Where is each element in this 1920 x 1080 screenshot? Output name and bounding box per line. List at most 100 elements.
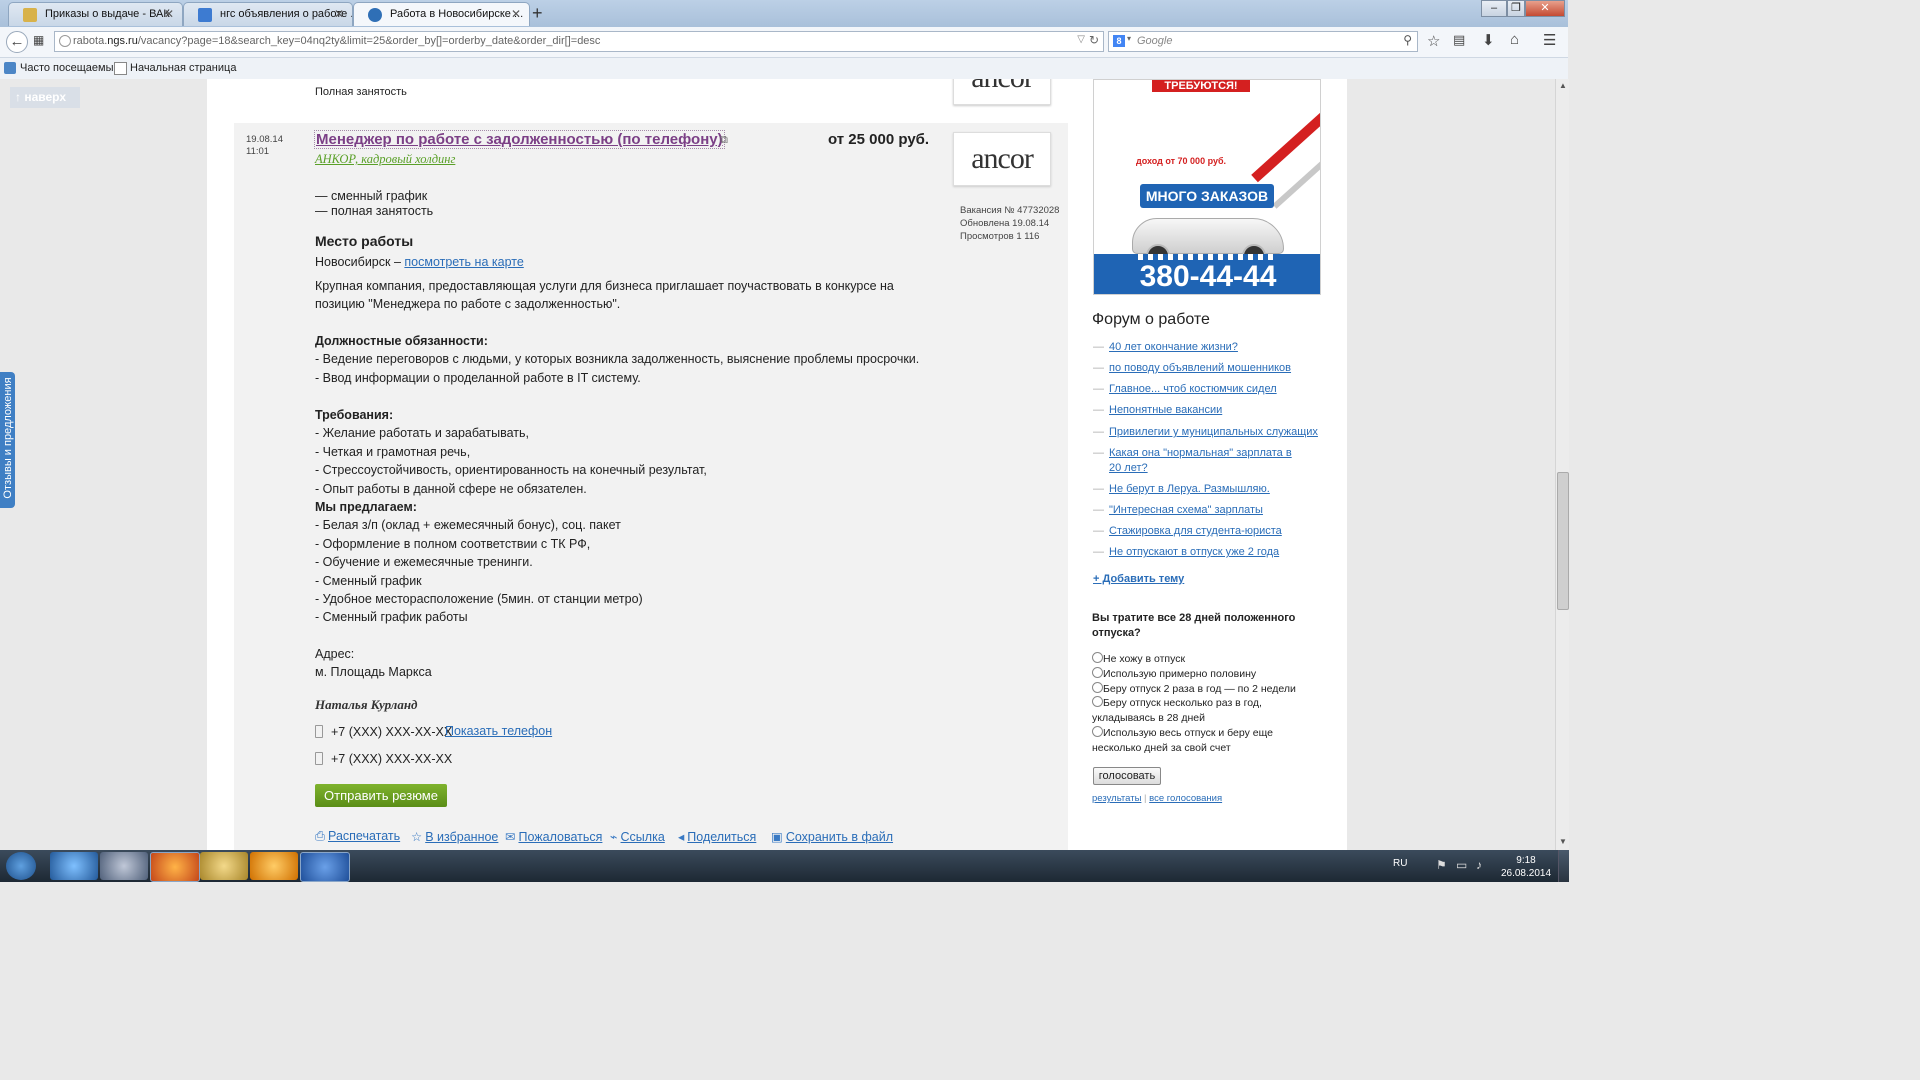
network-icon[interactable]: ⚑: [1436, 858, 1447, 872]
city: Новосибирск –: [315, 255, 405, 269]
list-dash: —: [1093, 447, 1104, 459]
banner-top-text: ТРЕБУЮТСЯ!: [1152, 80, 1250, 92]
new-tab-button[interactable]: +: [532, 3, 543, 24]
file-explorer-icon[interactable]: [200, 852, 248, 880]
volume-icon[interactable]: ♪: [1476, 858, 1482, 872]
action-label: Распечатать: [328, 829, 401, 843]
address-section: Адрес: м. Площадь Маркса: [315, 645, 432, 682]
banner-orders: МНОГО ЗАКАЗОВ: [1140, 184, 1274, 208]
save-file-action[interactable]: ▣ Сохранить в файл: [771, 829, 893, 844]
vacancy-title-link[interactable]: Менеджер по работе с задолженностью (по …: [314, 130, 725, 149]
word-icon[interactable]: [300, 852, 350, 882]
all-polls-link[interactable]: все голосования: [1149, 793, 1222, 804]
bookmark-folder-icon: [4, 62, 16, 74]
forum-topic-link[interactable]: Привилегии у муниципальных служащих: [1109, 425, 1321, 440]
close-icon[interactable]: ✕: [334, 7, 344, 21]
close-icon[interactable]: ✕: [511, 7, 521, 21]
list-dash: —: [1093, 341, 1104, 353]
speech-bubble-icon: ✉: [505, 830, 516, 844]
action-center-icon[interactable]: ▭: [1456, 858, 1467, 872]
close-window-button[interactable]: ✕: [1525, 0, 1565, 17]
show-desktop-button[interactable]: [1558, 850, 1569, 882]
external-window-icon[interactable]: ⧉: [720, 134, 728, 147]
radio-button[interactable]: [1092, 696, 1103, 707]
poll-option[interactable]: Не хожу в отпуск: [1092, 652, 1322, 667]
forum-topic-link[interactable]: Не берут в Леруа. Размышляю.: [1109, 482, 1321, 497]
radio-button[interactable]: [1092, 726, 1103, 737]
forum-topic-link[interactable]: Не отпускают в отпуск уже 2 года: [1109, 545, 1321, 560]
url-bar[interactable]: rabota.ngs.ru/vacancy?page=18&search_key…: [54, 31, 1104, 52]
send-resume-button[interactable]: Отправить резюме: [315, 784, 447, 807]
vote-button[interactable]: голосовать: [1093, 767, 1161, 785]
taxi-ad-banner[interactable]: ТРЕБУЮТСЯ! доход от 70 000 руб. МНОГО ЗА…: [1093, 79, 1321, 295]
maximize-button[interactable]: ❐: [1507, 0, 1525, 17]
dropdown-arrow-icon[interactable]: ▽: [1077, 34, 1085, 45]
link-action[interactable]: ⌁ Ссылка: [610, 829, 665, 844]
back-to-top-button[interactable]: ↑ наверх: [10, 87, 80, 108]
company-logo[interactable]: ancor: [953, 132, 1051, 186]
radio-button[interactable]: [1092, 652, 1103, 663]
reload-icon[interactable]: ↻: [1089, 33, 1099, 47]
forum-topic-link[interactable]: по поводу объявлений мошенников: [1109, 361, 1321, 376]
logo-text: ancor: [971, 79, 1034, 94]
print-action[interactable]: ⎙ Распечатать: [315, 829, 400, 844]
home-icon[interactable]: ⌂: [1510, 31, 1519, 48]
scrollbar-thumb[interactable]: [1557, 472, 1569, 610]
page-menu-icon[interactable]: ▦: [33, 33, 44, 47]
close-icon[interactable]: ✕: [164, 7, 174, 21]
prev-company-logo[interactable]: ancor: [953, 79, 1051, 105]
bookmarks-list-icon[interactable]: ▤: [1453, 32, 1465, 48]
offer-item: - Оформление в полном соответствии с ТК …: [315, 536, 591, 551]
poll-option[interactable]: Беру отпуск 2 раза в год — по 2 недели: [1092, 682, 1322, 697]
results-link[interactable]: результаты: [1092, 793, 1141, 804]
requirement-item: - Стрессоустойчивость, ориентированность…: [315, 463, 707, 478]
search-icon[interactable]: ⚲: [1403, 33, 1412, 47]
firefox-icon[interactable]: [150, 852, 200, 882]
feedback-tab[interactable]: Отзывы и предложения: [0, 372, 15, 508]
bookmark-star-icon[interactable]: ☆: [1427, 32, 1440, 50]
poll-question: Вы тратите все 28 дней положенного отпус…: [1092, 612, 1296, 639]
chevron-down-icon[interactable]: ▾: [1127, 34, 1131, 43]
radio-button[interactable]: [1092, 682, 1103, 693]
forum-topic-link[interactable]: Стажировка для студента-юриста: [1109, 524, 1321, 539]
download-icon[interactable]: ⬇: [1482, 31, 1495, 49]
favorite-action[interactable]: ☆ В избранное: [411, 829, 498, 844]
radio-button[interactable]: [1092, 667, 1103, 678]
scroll-down-arrow-icon[interactable]: ▼: [1559, 837, 1567, 846]
map-link[interactable]: посмотреть на карте: [404, 255, 523, 269]
tab-rabota-active[interactable]: Работа в Новосибирске ... ✕: [353, 2, 530, 26]
tab-ngs-ads[interactable]: нгс объявления о работе ... ✕: [183, 2, 353, 26]
globe-icon: [59, 35, 71, 47]
vertical-scrollbar[interactable]: ▲ ▼: [1555, 79, 1569, 850]
search-input[interactable]: 8 ▾ Google ⚲: [1108, 31, 1418, 52]
forum-topic-link[interactable]: "Интересная схема" зарплаты: [1109, 503, 1321, 518]
requirements-section: Требования: - Желание работать и зарабат…: [315, 406, 707, 627]
poll-option[interactable]: Использую весь отпуск и беру еще несколь…: [1092, 726, 1302, 756]
bookmark-frequent[interactable]: Часто посещаемые: [20, 62, 120, 74]
show-phone-link[interactable]: Показать телефон: [445, 724, 552, 738]
poll-option[interactable]: Беру отпуск несколько раз в год, укладыв…: [1092, 696, 1302, 726]
bookmark-home[interactable]: Начальная страница: [130, 62, 236, 74]
google-icon: 8: [1113, 35, 1125, 47]
media-player-icon[interactable]: [250, 852, 298, 880]
share-action[interactable]: ◂ Поделиться: [678, 829, 756, 844]
tab-vak[interactable]: Приказы о выдаче - ВАК ✕: [8, 2, 183, 26]
start-button[interactable]: [6, 852, 36, 880]
internet-explorer-icon[interactable]: [50, 852, 98, 880]
forum-topic-link[interactable]: 40 лет окончание жизни?: [1109, 340, 1321, 355]
add-topic-link[interactable]: + Добавить тему: [1093, 573, 1184, 585]
duty-item: - Ведение переговоров с людьми, у которы…: [315, 352, 920, 367]
clock[interactable]: 9:18 26.08.2014: [1498, 854, 1554, 880]
complain-action[interactable]: ✉ Пожаловаться: [505, 829, 602, 844]
back-arrow-icon[interactable]: ←: [6, 31, 28, 53]
language-indicator[interactable]: RU: [1393, 858, 1407, 869]
poll-option[interactable]: Использую примерно половину: [1092, 667, 1322, 682]
forum-topic-link[interactable]: Какая она "нормальная" зарплата в 20 лет…: [1109, 446, 1305, 475]
scroll-up-arrow-icon[interactable]: ▲: [1559, 81, 1567, 90]
minimize-button[interactable]: –: [1481, 0, 1507, 17]
menu-icon[interactable]: ☰: [1543, 31, 1556, 49]
company-link[interactable]: АНКОР, кадровый холдинг: [315, 152, 455, 167]
forum-topic-link[interactable]: Главное... чтоб костюмчик сидел: [1109, 382, 1321, 397]
tool-app-icon[interactable]: [100, 852, 148, 880]
forum-topic-link[interactable]: Непонятные вакансии: [1109, 403, 1321, 418]
